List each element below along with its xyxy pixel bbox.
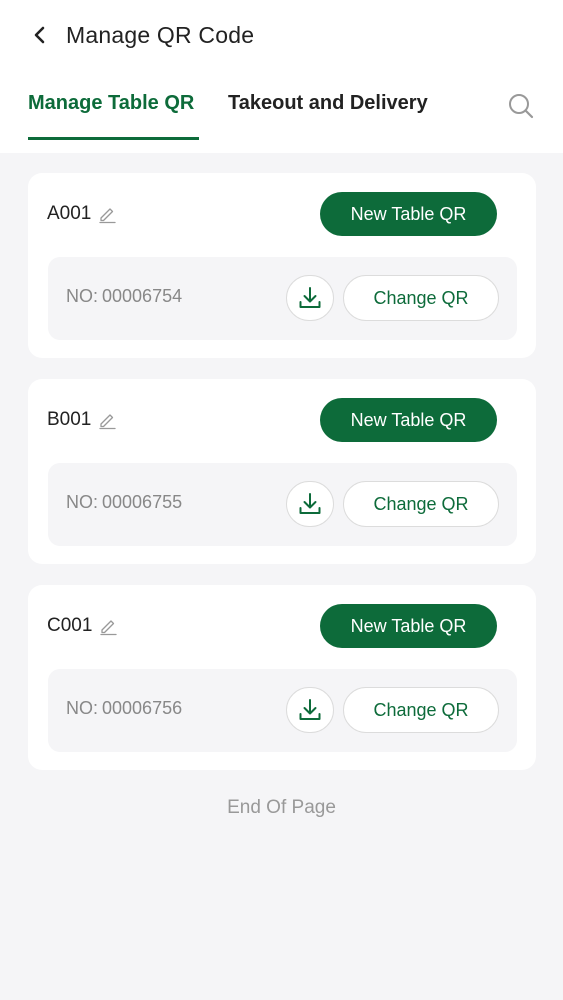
table-name-group: C001 — [47, 615, 118, 637]
table-card: C001 New Table QR NO: 00006756 Change QR — [28, 585, 536, 770]
download-qr-button[interactable] — [286, 275, 334, 321]
table-name: A001 — [47, 203, 92, 224]
table-qr-list: A001 New Table QR NO:00006754 Change QR — [28, 173, 536, 791]
qr-number-value: 00006756 — [102, 698, 183, 718]
change-qr-button[interactable]: Change QR — [343, 687, 499, 733]
tab-bar: Manage Table QR Takeout and Delivery — [0, 70, 563, 153]
end-of-page-text: End Of Page — [227, 797, 336, 818]
search-button[interactable] — [507, 92, 535, 120]
qr-code-row: NO: 00006754 Change QR — [48, 257, 517, 340]
download-qr-button[interactable] — [286, 481, 334, 527]
qr-number: NO: 00006754 — [66, 286, 182, 307]
qr-number-label: NO: — [66, 492, 99, 512]
pencil-icon[interactable] — [97, 410, 117, 430]
tab-takeout-delivery[interactable]: Takeout and Delivery — [228, 92, 428, 115]
search-icon — [509, 94, 534, 119]
table-name-group: B001 — [47, 409, 117, 431]
download-icon — [299, 699, 321, 720]
back-button[interactable] — [28, 23, 52, 47]
page-title: Manage QR Code — [66, 21, 255, 48]
qr-code-row: NO: 00006756 Change QR — [48, 669, 517, 752]
table-name-group: A001 — [47, 203, 117, 225]
new-table-qr-button[interactable]: New Table QR — [320, 604, 497, 648]
qr-code-row: NO: 00006755 Change QR — [48, 463, 517, 546]
qr-number-value: 00006755 — [102, 492, 183, 512]
tab-manage-table-qr[interactable]: Manage Table QR — [28, 92, 194, 115]
pencil-icon[interactable] — [98, 616, 118, 636]
qr-number-value: 00006754 — [102, 286, 183, 306]
table-card: A001 New Table QR NO: 00006754 Change QR — [28, 173, 536, 358]
change-qr-button[interactable]: Change QR — [343, 481, 499, 527]
top-bar: Manage QR Code Manage Table QR Takeout a… — [0, 0, 563, 153]
table-name: B001 — [47, 409, 92, 430]
download-icon — [299, 287, 321, 308]
table-card: B001 New Table QR NO: 00006755 Change QR — [28, 379, 536, 564]
new-table-qr-button[interactable]: New Table QR — [320, 398, 497, 442]
qr-number-label: NO: — [66, 698, 99, 718]
qr-number-label: NO: — [66, 286, 99, 306]
change-qr-button[interactable]: Change QR — [343, 275, 499, 321]
download-icon — [299, 493, 321, 514]
active-tab-indicator — [28, 137, 199, 140]
header: Manage QR Code — [0, 0, 563, 70]
table-name: C001 — [47, 615, 93, 636]
chevron-left-icon — [34, 26, 45, 44]
download-qr-button[interactable] — [286, 687, 334, 733]
qr-number: NO: 00006756 — [66, 698, 182, 719]
new-table-qr-button[interactable]: New Table QR — [320, 192, 497, 236]
pencil-icon[interactable] — [97, 204, 117, 224]
qr-number: NO: 00006755 — [66, 492, 182, 513]
